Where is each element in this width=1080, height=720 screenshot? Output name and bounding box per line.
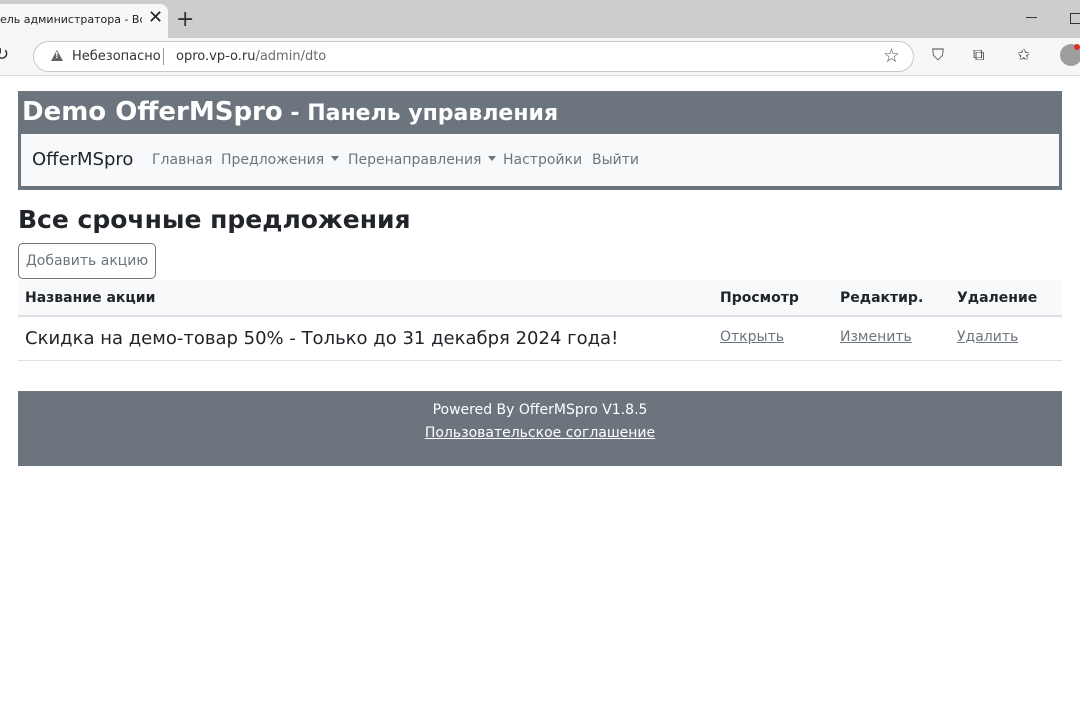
add-promotion-button[interactable]: Добавить акцию xyxy=(18,243,156,279)
nav-item-label: Главная xyxy=(152,152,213,168)
security-label[interactable]: Небезопасно xyxy=(72,49,161,64)
nav-item-offers[interactable]: Предложения xyxy=(221,152,340,168)
nav-item-settings[interactable]: Настройки xyxy=(503,152,582,168)
column-header-delete: Удаление xyxy=(957,290,1038,306)
nav-item-label: Предложения xyxy=(221,152,325,168)
user-agreement-link[interactable]: Пользовательское соглашение xyxy=(18,425,1062,441)
open-link[interactable]: Открыть xyxy=(720,329,784,345)
notification-dot xyxy=(1074,44,1080,50)
new-tab-icon[interactable]: + xyxy=(176,9,194,31)
promotion-name: Скидка на демо-товар 50% - Только до 31 … xyxy=(25,328,619,349)
chevron-down-icon xyxy=(331,156,340,161)
page-title: Все срочные предложения xyxy=(18,205,411,234)
column-header-name: Название акции xyxy=(25,290,156,306)
delete-link[interactable]: Удалить xyxy=(957,329,1018,345)
edit-link[interactable]: Изменить xyxy=(840,329,912,345)
nav-item-logout[interactable]: Выйти xyxy=(592,152,639,168)
footer: Powered By OfferMSpro V1.8.5 Пользовател… xyxy=(18,391,1062,466)
close-icon[interactable]: ✕ xyxy=(148,8,163,28)
navbar: OfferMSpro Главная Предложения Перенапра… xyxy=(21,134,1059,186)
powered-by-text: Powered By OfferMSpro V1.8.5 xyxy=(432,402,648,418)
nav-item-home[interactable]: Главная xyxy=(152,152,212,168)
url-text[interactable]: opro.vp-o.ru/admin/dto xyxy=(176,49,326,64)
minimize-icon[interactable] xyxy=(1026,17,1037,18)
column-header-edit: Редактир. xyxy=(840,290,924,306)
navbar-brand[interactable]: OfferMSpro xyxy=(32,149,133,170)
url-path: /admin/dto xyxy=(255,49,327,64)
browser-toolbar: ↻ Небезопасно opro.vp-o.ru/admin/dto ☆ xyxy=(0,38,1080,76)
tab-title: ель администратора - Все ср xyxy=(0,13,142,26)
favorites-icon[interactable]: ✩ xyxy=(1017,45,1030,65)
nav-item-redirects[interactable]: Перенаправления xyxy=(348,152,497,168)
nav-item-label: Перенаправления xyxy=(348,152,482,168)
shield-icon[interactable]: ⛉ xyxy=(932,45,944,65)
column-header-view: Просмотр xyxy=(720,290,799,306)
url-separator xyxy=(163,48,164,65)
table-row: Скидка на демо-товар 50% - Только до 31 … xyxy=(18,317,1062,361)
table-header: Название акции Просмотр Редактир. Удален… xyxy=(18,280,1062,317)
url-host: opro.vp-o.ru xyxy=(176,49,256,64)
maximize-icon[interactable] xyxy=(1070,13,1080,24)
header-subtitle: - Панель управления xyxy=(282,101,559,126)
reload-icon[interactable]: ↻ xyxy=(0,46,9,64)
address-bar[interactable]: Небезопасно opro.vp-o.ru/admin/dto ☆ xyxy=(33,41,914,72)
admin-header: Demo OfferMSpro - Панель управления Offe… xyxy=(18,91,1062,190)
browser-tab[interactable]: ель администратора - Все ср ✕ xyxy=(0,4,168,38)
star-icon[interactable]: ☆ xyxy=(883,45,900,67)
nav-item-label: Настройки xyxy=(503,152,583,168)
warning-icon[interactable] xyxy=(51,50,63,61)
chevron-down-icon xyxy=(488,156,497,161)
page-header-title: Demo OfferMSpro - Панель управления xyxy=(22,97,558,127)
browser-tab-bar: ель администратора - Все ср ✕ + xyxy=(0,0,1080,38)
extensions-icon[interactable]: ⧉ xyxy=(973,45,984,65)
header-brand: Demo OfferMSpro xyxy=(22,97,283,127)
nav-item-label: Выйти xyxy=(592,152,640,168)
